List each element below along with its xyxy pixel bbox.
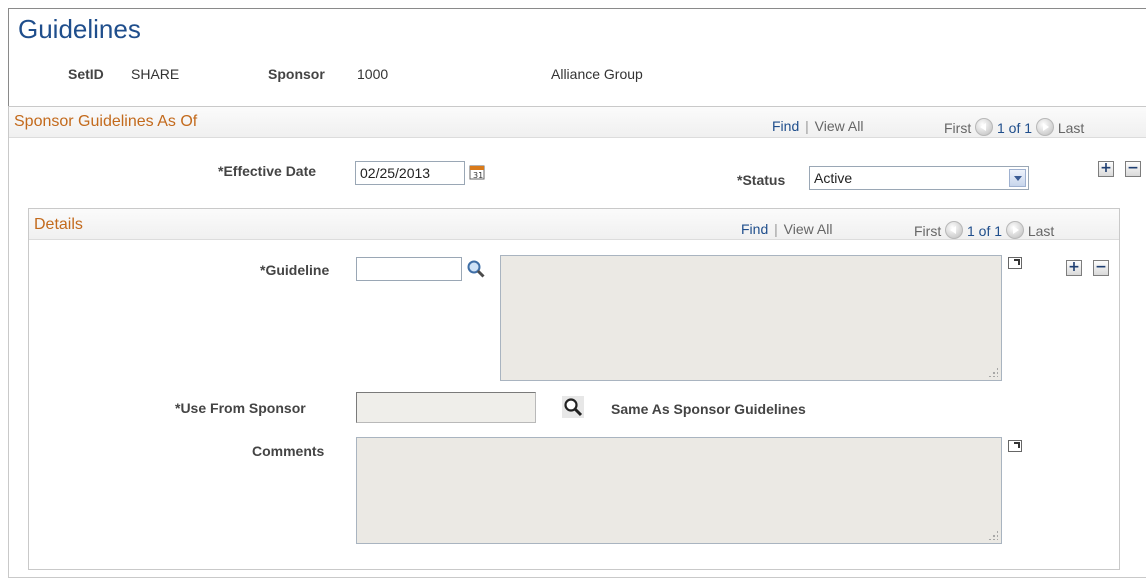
details-last-label: Last (1027, 223, 1055, 239)
view-all-link[interactable]: View All (815, 118, 864, 134)
guideline-input[interactable] (356, 257, 462, 281)
first-label: First (944, 120, 972, 136)
circle-right-arrow-icon[interactable] (1035, 118, 1054, 136)
sponsor-guidelines-nav: Find | View All (772, 118, 863, 134)
calendar-icon[interactable]: 31 (469, 164, 485, 180)
same-as-sponsor-text: Same As Sponsor Guidelines (611, 401, 806, 417)
details-delete-row-button[interactable]: − (1093, 260, 1109, 276)
magnifier-icon[interactable] (562, 396, 584, 418)
sponsor-value: 1000 (357, 66, 389, 82)
sponsor-guidelines-title: Sponsor Guidelines As Of (14, 113, 198, 130)
setid-value: SHARE (131, 66, 180, 82)
magnifier-icon[interactable] (466, 259, 486, 279)
comments-textarea[interactable] (356, 437, 1002, 544)
details-row-counter: 1 of 1 (967, 223, 1003, 239)
expand-icon[interactable] (1008, 257, 1022, 269)
delete-row-button[interactable]: − (1125, 161, 1141, 177)
sponsor-guidelines-pager: First 1 of 1 Last (944, 118, 1084, 136)
use-from-sponsor-input[interactable] (356, 392, 536, 423)
chevron-down-icon[interactable] (1009, 169, 1026, 187)
details-title: Details (34, 216, 83, 233)
guideline-label: *Guideline (260, 262, 330, 278)
details-add-row-button[interactable]: + (1066, 260, 1082, 276)
page-title: Guidelines (18, 14, 141, 44)
last-label: Last (1057, 120, 1085, 136)
details-find-link[interactable]: Find (741, 221, 768, 237)
svg-text:31: 31 (473, 171, 483, 180)
circle-right-arrow-icon[interactable] (1005, 221, 1024, 239)
resize-grip-icon[interactable] (988, 530, 998, 540)
comments-label: Comments (252, 443, 325, 459)
guideline-description-textarea (500, 255, 1002, 381)
details-pager: First 1 of 1 Last (914, 221, 1054, 239)
effective-date-input[interactable] (355, 161, 465, 185)
status-selected-value: Active (814, 170, 853, 186)
add-row-button[interactable]: + (1098, 161, 1114, 177)
status-select[interactable]: Active (809, 166, 1029, 190)
use-from-sponsor-label: *Use From Sponsor (175, 400, 306, 416)
details-first-label: First (914, 223, 942, 239)
status-label: *Status (737, 172, 786, 188)
row-counter: 1 of 1 (997, 120, 1033, 136)
nav-separator: | (805, 118, 809, 134)
find-link[interactable]: Find (772, 118, 799, 134)
circle-left-arrow-icon[interactable] (975, 118, 994, 136)
effective-date-label: *Effective Date (218, 163, 317, 179)
circle-left-arrow-icon[interactable] (945, 221, 964, 239)
expand-icon[interactable] (1008, 440, 1022, 452)
nav-separator: | (774, 221, 778, 237)
details-nav: Find | View All (741, 221, 832, 237)
sponsor-name: Alliance Group (551, 66, 643, 82)
details-view-all-link[interactable]: View All (784, 221, 833, 237)
setid-label: SetID (68, 66, 104, 82)
resize-grip-icon[interactable] (988, 367, 998, 377)
sponsor-label: Sponsor (268, 66, 325, 82)
